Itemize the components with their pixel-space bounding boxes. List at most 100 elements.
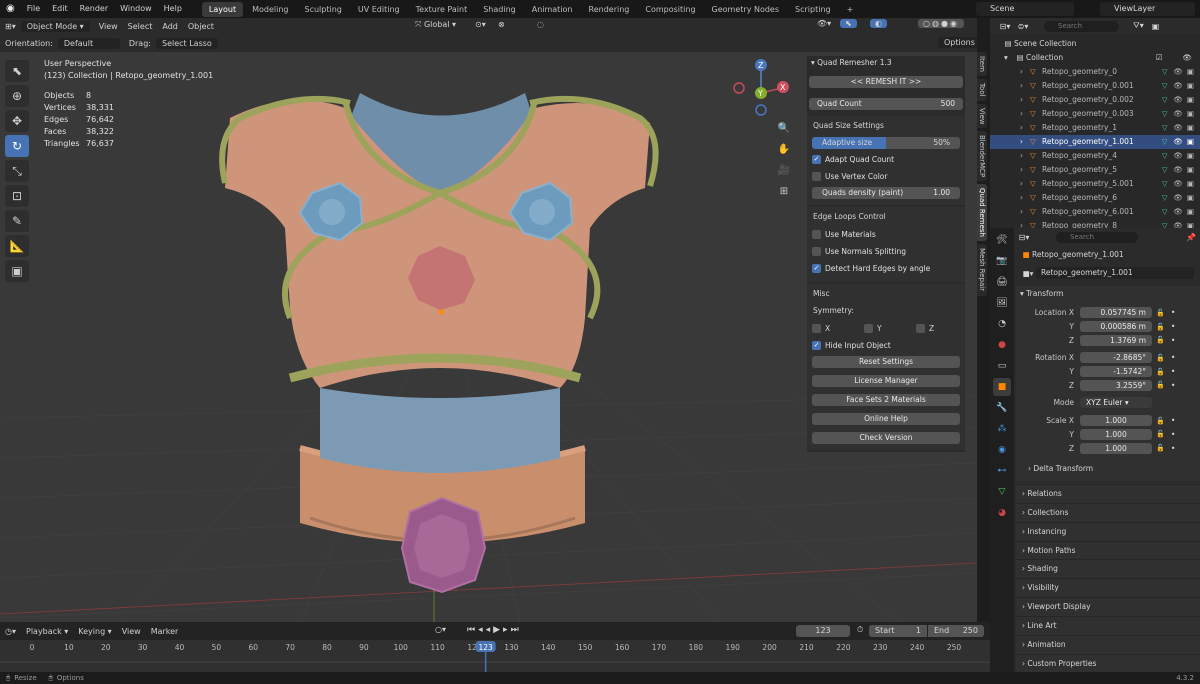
camera-icon[interactable]: ▣ (1187, 79, 1194, 93)
tab-modeling[interactable]: Modeling (245, 2, 295, 17)
blender-logo-icon[interactable]: ◉ (0, 0, 21, 18)
gizmo-toggle-icon[interactable]: ⬉ (840, 19, 857, 28)
transform-orientation-dropdown[interactable]: ⤧ Global ▾ (410, 20, 461, 30)
camera-icon[interactable]: ▣ (1187, 135, 1194, 149)
shading-modes-icon[interactable]: ○◍●◉ (918, 19, 964, 28)
camera-icon[interactable]: ▣ (1187, 65, 1194, 79)
world-props-icon[interactable]: ● (993, 336, 1011, 354)
properties-search-input[interactable]: Search (1056, 231, 1138, 243)
camera-icon[interactable]: ▣ (1187, 163, 1194, 177)
proportional-edit-icon[interactable]: ◌ (532, 20, 549, 29)
menu-add[interactable]: Add (157, 22, 183, 31)
menu-window[interactable]: Window (114, 0, 158, 18)
view-layer-props-icon[interactable]: 🖼 (993, 294, 1011, 312)
camera-icon[interactable]: 🎥 (772, 162, 796, 180)
eye-icon[interactable]: 👁 (1173, 121, 1183, 135)
object-selector-icon[interactable]: ■▾ (1020, 269, 1036, 278)
outliner-item[interactable]: › ▽ Retopo_geometry_1.001 ▽ 👁 ▣ (990, 135, 1200, 149)
end-frame-field[interactable]: End 250 (928, 625, 984, 637)
scale-z-field[interactable]: 1.000 (1080, 442, 1152, 454)
collapsed-panel-header[interactable]: › Motion Paths (1016, 540, 1200, 560)
outliner-item[interactable]: › ▽ Retopo_geometry_0 ▽ 👁 ▣ (990, 65, 1200, 79)
quads-density-field[interactable]: Quads density (paint) 1.00 (812, 187, 960, 199)
lock-icon[interactable]: 🔓 (1156, 323, 1165, 331)
properties-editor-icon[interactable]: ⊟▾ (1016, 233, 1032, 242)
chevron-right-icon[interactable]: › (1020, 177, 1030, 191)
menu-timeline-view[interactable]: View (117, 627, 146, 636)
detect-hard-edges-checkbox[interactable]: ✓ Detect Hard Edges by angle (812, 262, 960, 275)
menu-edit[interactable]: Edit (46, 0, 74, 18)
outliner-item[interactable]: › ▽ Retopo_geometry_6.001 ▽ 👁 ▣ (990, 205, 1200, 219)
eye-icon[interactable]: 👁 (1173, 107, 1183, 121)
adapt-quad-count-checkbox[interactable]: ✓ Adapt Quad Count (812, 153, 960, 166)
keyframe-dot-icon[interactable]: • (1171, 381, 1176, 390)
outliner-item[interactable]: › ▽ Retopo_geometry_8 ▽ 👁 ▣ (990, 219, 1200, 228)
use-vertex-color-checkbox[interactable]: Use Vertex Color (812, 170, 960, 183)
rotation-x-field[interactable]: -2.8685° (1080, 352, 1152, 364)
menu-help[interactable]: Help (158, 0, 188, 18)
outliner-item[interactable]: › ▽ Retopo_geometry_0.001 ▽ 👁 ▣ (990, 79, 1200, 93)
eye-icon[interactable]: 👁 (1173, 163, 1183, 177)
filter-display-icon[interactable]: ⊜▾ (1014, 22, 1032, 31)
tab-rendering[interactable]: Rendering (582, 2, 637, 17)
filter-icon[interactable]: ⛛▾ (1133, 21, 1144, 31)
collapsed-panel-header[interactable]: › Shading (1016, 559, 1200, 579)
eye-icon[interactable]: 👁 (1173, 135, 1183, 149)
quad-count-field[interactable]: Quad Count 500 (809, 98, 963, 110)
menu-file[interactable]: File (21, 0, 46, 18)
new-collection-icon[interactable]: ▣ (1152, 22, 1160, 31)
mode-dropdown[interactable]: Object Mode ▾ (20, 21, 90, 32)
chevron-right-icon[interactable]: › (1020, 65, 1030, 79)
scale-tool-icon[interactable]: ⤡ (5, 160, 29, 182)
select-tool-icon[interactable]: ⬉ (5, 60, 29, 82)
outliner-item[interactable]: › ▽ Retopo_geometry_1 ▽ 👁 ▣ (990, 121, 1200, 135)
chevron-right-icon[interactable]: › (1020, 107, 1030, 121)
rotation-mode-dropdown[interactable]: XYZ Euler ▾ (1080, 397, 1152, 409)
eye-icon[interactable]: 👁 (1182, 51, 1192, 65)
rotation-y-field[interactable]: -1.5742° (1080, 366, 1152, 378)
scale-x-field[interactable]: 1.000 (1080, 415, 1152, 427)
keyframe-dot-icon[interactable]: • (1171, 367, 1176, 376)
outliner-item[interactable]: › ▽ Retopo_geometry_0.002 ▽ 👁 ▣ (990, 93, 1200, 107)
lock-icon[interactable]: 🔓 (1156, 444, 1165, 452)
chevron-right-icon[interactable]: › (1020, 79, 1030, 93)
armor-model[interactable] (219, 93, 659, 594)
chevron-right-icon[interactable]: › (1020, 149, 1030, 163)
collapsed-panel-header[interactable]: › Collections (1016, 502, 1200, 522)
camera-icon[interactable]: ▣ (1187, 205, 1194, 219)
lock-icon[interactable]: 🔓 (1156, 309, 1165, 317)
collapsed-panel-header[interactable]: › Instancing (1016, 521, 1200, 541)
tab-texture-paint[interactable]: Texture Paint (409, 2, 475, 17)
keyframe-dot-icon[interactable]: • (1171, 444, 1176, 453)
lock-icon[interactable]: 🔓 (1156, 368, 1165, 376)
use-normals-checkbox[interactable]: Use Normals Splitting (812, 245, 960, 258)
tool-props-icon[interactable]: 🛠 (993, 231, 1011, 249)
online-help-button[interactable]: Online Help (812, 413, 960, 425)
camera-icon[interactable]: ▣ (1187, 177, 1194, 191)
annotate-tool-icon[interactable]: ✎ (5, 210, 29, 232)
add-workspace-button[interactable]: + (840, 2, 861, 17)
eye-icon[interactable]: 👁 (1173, 219, 1183, 228)
camera-icon[interactable]: ▣ (1187, 149, 1194, 163)
eye-icon[interactable]: 👁 (1173, 205, 1183, 219)
outliner-item[interactable]: › ▽ Retopo_geometry_5 ▽ 👁 ▣ (990, 163, 1200, 177)
tab-item[interactable]: Item (977, 52, 987, 76)
tab-tool[interactable]: Tool (977, 78, 987, 101)
options-dropdown[interactable]: Options (938, 37, 977, 48)
face-sets-button[interactable]: Face Sets 2 Materials (812, 394, 960, 406)
tab-quad-remesh[interactable]: Quad Remesh (977, 184, 987, 242)
camera-icon[interactable]: ▣ (1187, 219, 1194, 228)
symmetry-z-checkbox[interactable]: Z (916, 324, 956, 333)
camera-icon[interactable]: ▣ (1187, 121, 1194, 135)
menu-select[interactable]: Select (123, 22, 158, 31)
keyframe-dot-icon[interactable]: • (1171, 308, 1176, 317)
outliner-item[interactable]: › ▽ Retopo_geometry_0.003 ▽ 👁 ▣ (990, 107, 1200, 121)
license-manager-button[interactable]: License Manager (812, 375, 960, 387)
tab-geometry-nodes[interactable]: Geometry Nodes (705, 2, 786, 17)
pivot-icon[interactable]: ⊙▾ (470, 20, 491, 29)
tab-blendermcp[interactable]: BlenderMCP (977, 131, 987, 182)
chevron-right-icon[interactable]: › (1020, 219, 1030, 228)
orientation-dropdown[interactable]: Default (57, 38, 120, 49)
lock-icon[interactable]: 🔓 (1156, 417, 1165, 425)
reset-settings-button[interactable]: Reset Settings (812, 356, 960, 368)
